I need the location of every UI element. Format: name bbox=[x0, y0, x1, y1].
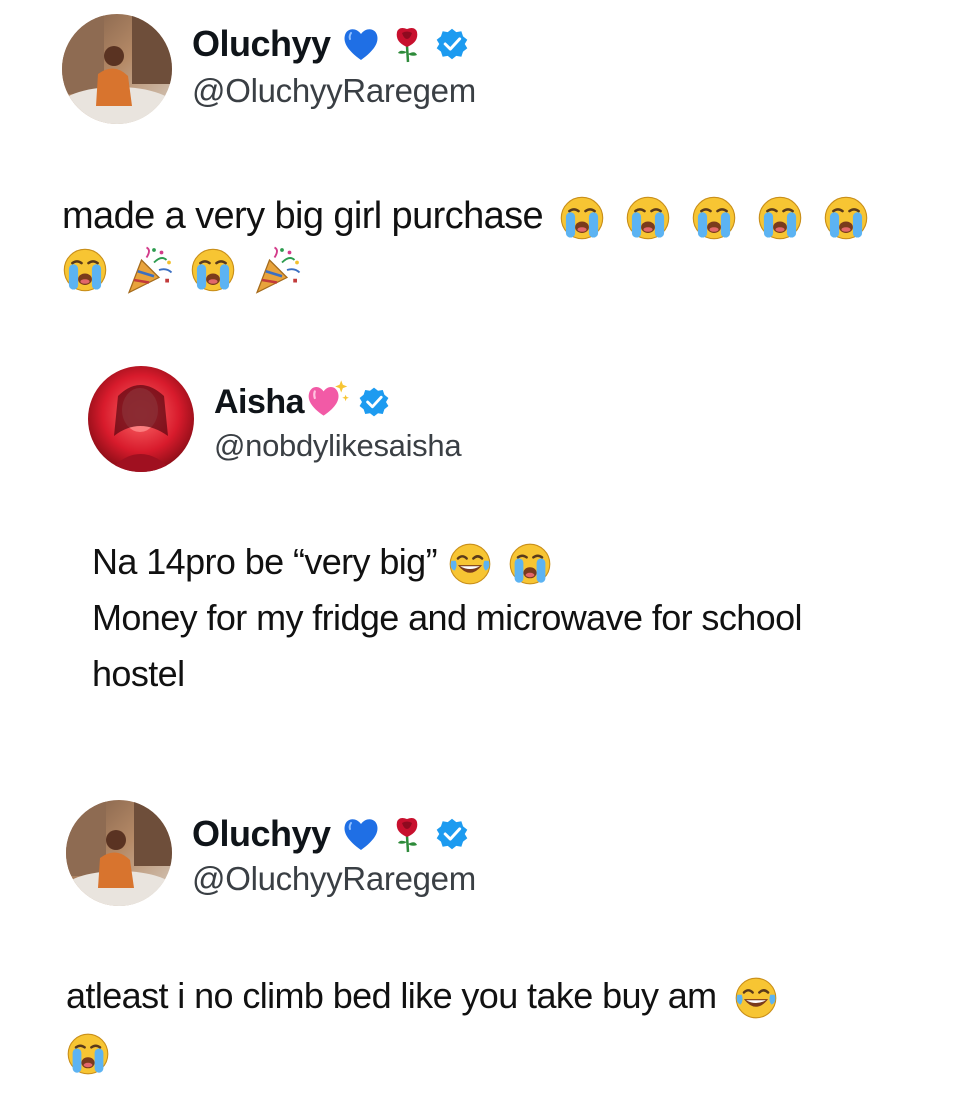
sparkling-heart-icon bbox=[306, 376, 350, 420]
display-name[interactable]: Oluchyy bbox=[192, 813, 331, 855]
text-line-2 bbox=[66, 1024, 778, 1080]
tears-of-joy-icon bbox=[448, 542, 492, 586]
party-popper-icon bbox=[124, 245, 174, 295]
verified-badge-icon bbox=[358, 386, 390, 418]
handle[interactable]: @OluchyyRaregem bbox=[192, 72, 476, 110]
blue-heart-icon bbox=[339, 24, 383, 64]
avatar-image bbox=[66, 800, 172, 906]
crying-face-icon bbox=[757, 195, 803, 241]
tweet-2: Aisha @nobdylikesaisha Na 14pro be “very… bbox=[0, 330, 979, 760]
text-line-1: Na 14pro be “very big” bbox=[92, 534, 802, 590]
crying-face-icon bbox=[691, 195, 737, 241]
crying-face-icon bbox=[559, 195, 605, 241]
rose-icon bbox=[387, 814, 427, 854]
tweet-1: Oluchyy @OluchyyRaregem made a very big … bbox=[0, 0, 979, 330]
avatar-image bbox=[88, 366, 194, 472]
name-row: Oluchyy bbox=[192, 812, 469, 856]
text-content: atleast i no climb bed like you take buy… bbox=[66, 975, 717, 1016]
crying-face-icon bbox=[508, 542, 552, 586]
text-line-3: hostel bbox=[92, 653, 185, 694]
text-line-2 bbox=[62, 240, 869, 296]
text-line-1: atleast i no climb bed like you take buy… bbox=[66, 968, 778, 1024]
text-content: Na 14pro be “very big” bbox=[92, 541, 438, 582]
tweet-text: atleast i no climb bed like you take buy… bbox=[66, 968, 778, 1080]
rose-icon bbox=[387, 24, 427, 64]
name-row: Oluchyy bbox=[192, 22, 469, 66]
name-row: Aisha bbox=[214, 380, 390, 424]
crying-face-icon bbox=[190, 247, 236, 293]
tweet-3: Oluchyy @OluchyyRaregem atleast i no cli… bbox=[0, 760, 979, 1095]
display-name[interactable]: Aisha bbox=[214, 383, 305, 422]
text-line-2: Money for my fridge and microwave for sc… bbox=[92, 597, 803, 638]
crying-face-icon bbox=[823, 195, 869, 241]
avatar[interactable] bbox=[66, 800, 172, 906]
crying-face-icon bbox=[66, 1032, 110, 1076]
blue-heart-icon bbox=[339, 814, 383, 854]
tweet-text: Na 14pro be “very big” Money for my frid… bbox=[92, 534, 803, 702]
handle[interactable]: @OluchyyRaregem bbox=[192, 860, 476, 898]
verified-badge-icon bbox=[435, 27, 469, 61]
display-name[interactable]: Oluchyy bbox=[192, 23, 331, 65]
text-line-1: made a very big girl purchase bbox=[62, 188, 869, 244]
text-content: made a very big girl purchase bbox=[62, 195, 544, 237]
avatar[interactable] bbox=[88, 366, 194, 472]
party-popper-icon bbox=[252, 245, 302, 295]
handle[interactable]: @nobdylikesaisha bbox=[214, 428, 462, 464]
tears-of-joy-icon bbox=[734, 976, 778, 1020]
crying-face-icon bbox=[625, 195, 671, 241]
tweet-text: made a very big girl purchase bbox=[62, 188, 869, 296]
avatar-image bbox=[62, 14, 172, 124]
verified-badge-icon bbox=[435, 817, 469, 851]
crying-face-icon bbox=[62, 247, 108, 293]
avatar[interactable] bbox=[62, 14, 172, 124]
